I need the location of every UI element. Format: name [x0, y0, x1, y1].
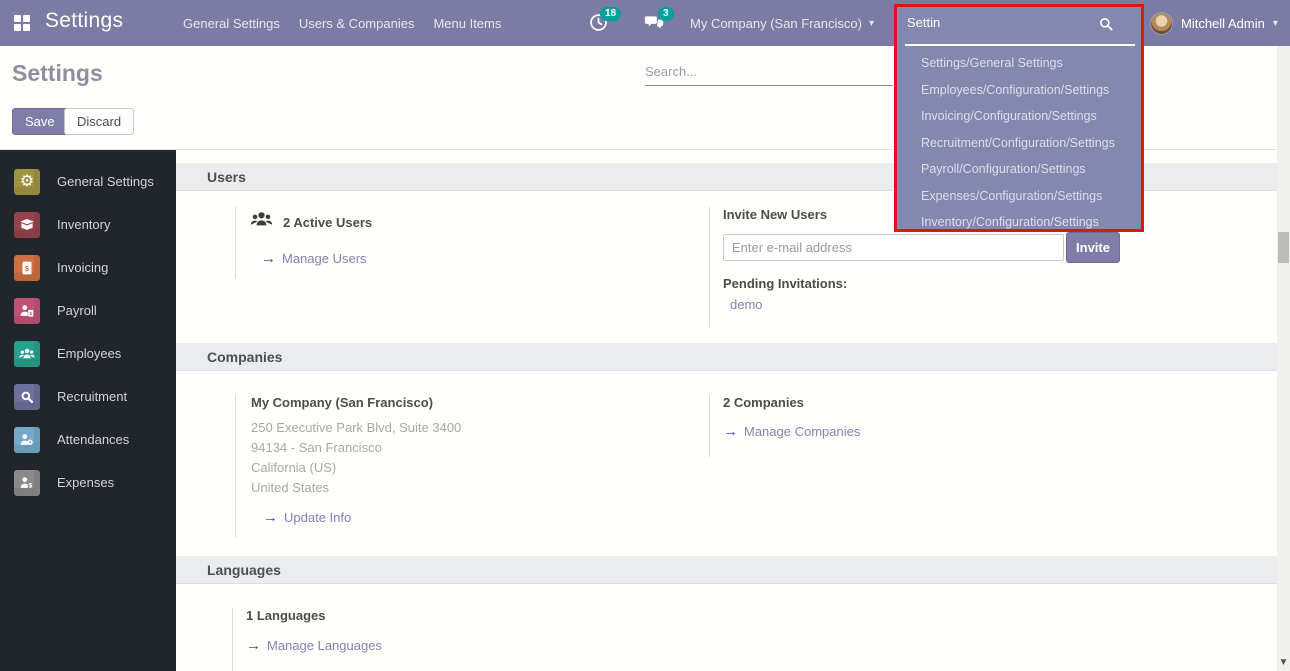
nav-item-users-companies[interactable]: Users & Companies: [299, 16, 415, 31]
open-box-icon: [14, 212, 40, 238]
sidebar-item-expenses[interactable]: $ Expenses: [0, 461, 176, 504]
sidebar-item-invoicing[interactable]: $ Invoicing: [0, 246, 176, 289]
expenses-person-dollar-icon: $: [14, 470, 40, 496]
arrow-right-icon: →: [246, 638, 261, 653]
gear-icon: ⚙: [14, 169, 40, 195]
languages-block: 1 Languages → Manage Languages: [232, 608, 652, 671]
company-switcher-label: My Company (San Francisco): [690, 16, 862, 31]
sidebar-item-inventory[interactable]: Inventory: [0, 203, 176, 246]
nav-menu: General Settings Users & Companies Menu …: [183, 0, 501, 46]
menu-search-dropdown: Settin Settings/General Settings Employe…: [894, 4, 1144, 232]
vertical-scrollbar[interactable]: ▼: [1277, 46, 1290, 671]
section-header-languages: Languages: [176, 556, 1277, 584]
pending-invitations-label: Pending Invitations:: [723, 276, 1179, 291]
search-result-item[interactable]: Expenses/Configuration/Settings: [897, 183, 1141, 210]
user-name-label: Mitchell Admin: [1181, 16, 1265, 31]
section-header-companies: Companies: [176, 343, 1277, 371]
user-menu[interactable]: Mitchell Admin ▾: [1150, 0, 1278, 46]
records-search-input[interactable]: [645, 58, 893, 86]
nav-item-general-settings[interactable]: General Settings: [183, 16, 280, 31]
payroll-person-card-icon: $: [14, 298, 40, 324]
search-icon[interactable]: [1098, 16, 1114, 37]
company-address: 250 Executive Park Blvd, Suite 3400 9413…: [251, 418, 655, 498]
companies-count: 2 Companies: [723, 395, 1009, 410]
search-result-item[interactable]: Employees/Configuration/Settings: [897, 77, 1141, 104]
update-info-link[interactable]: → Update Info: [263, 510, 655, 525]
menu-search-input[interactable]: Settin: [907, 15, 940, 30]
invoice-document-icon: $: [14, 255, 40, 281]
save-button[interactable]: Save: [12, 108, 68, 135]
search-result-item[interactable]: Inventory/Configuration/Settings: [897, 209, 1141, 236]
user-avatar: [1150, 12, 1173, 35]
svg-text:$: $: [29, 311, 32, 317]
sidebar-item-payroll[interactable]: $ Payroll: [0, 289, 176, 332]
page-title: Settings: [12, 60, 103, 87]
scrollbar-thumb[interactable]: [1278, 232, 1289, 263]
active-users-block: 2 Active Users → Manage Users: [235, 207, 655, 279]
sidebar-item-employees[interactable]: Employees: [0, 332, 176, 375]
sidebar-item-attendances[interactable]: Attendances: [0, 418, 176, 461]
invite-button[interactable]: Invite: [1066, 232, 1120, 263]
employees-group-icon: [14, 341, 40, 367]
attendance-person-clock-icon: [14, 427, 40, 453]
scrollbar-down-arrow[interactable]: ▼: [1277, 657, 1290, 668]
languages-count: 1 Languages: [246, 608, 652, 623]
invite-email-input[interactable]: [723, 234, 1064, 261]
arrow-right-icon: →: [263, 510, 278, 525]
search-result-item[interactable]: Invoicing/Configuration/Settings: [897, 103, 1141, 130]
nav-item-menu-items[interactable]: Menu Items: [433, 16, 501, 31]
chevron-down-icon: ▾: [1273, 18, 1278, 29]
arrow-right-icon: →: [261, 251, 276, 266]
companies-count-block: 2 Companies → Manage Companies: [709, 395, 1009, 457]
chevron-down-icon: ▾: [869, 18, 874, 29]
search-result-item[interactable]: Recruitment/Configuration/Settings: [897, 130, 1141, 157]
svg-text:$: $: [28, 482, 32, 489]
apps-menu-icon[interactable]: [14, 15, 30, 31]
manage-companies-link[interactable]: → Manage Companies: [723, 424, 1009, 439]
search-result-item[interactable]: Payroll/Configuration/Settings: [897, 156, 1141, 183]
arrow-right-icon: →: [723, 424, 738, 439]
company-name: My Company (San Francisco): [251, 395, 655, 410]
settings-sidebar: ⚙ General Settings Inventory $ Invoicing…: [0, 150, 176, 671]
users-group-icon: [249, 207, 274, 237]
app-brand-title[interactable]: Settings: [45, 9, 123, 33]
sidebar-item-general-settings[interactable]: ⚙ General Settings: [0, 160, 176, 203]
company-switcher[interactable]: My Company (San Francisco) ▾: [690, 0, 874, 46]
company-info-block: My Company (San Francisco) 250 Executive…: [235, 395, 655, 537]
discard-button[interactable]: Discard: [64, 108, 134, 135]
sidebar-item-recruitment[interactable]: Recruitment: [0, 375, 176, 418]
manage-languages-link[interactable]: → Manage Languages: [246, 638, 652, 653]
active-users-count: 2 Active Users: [283, 215, 372, 230]
search-input-underline: [905, 44, 1135, 46]
manage-users-link[interactable]: → Manage Users: [261, 251, 655, 266]
messages-badge: 3: [658, 7, 674, 21]
search-result-item[interactable]: Settings/General Settings: [897, 50, 1141, 77]
magnifier-icon: [14, 384, 40, 410]
activities-badge: 18: [600, 7, 621, 21]
search-results-list: Settings/General Settings Employees/Conf…: [897, 50, 1141, 236]
pending-user-link[interactable]: demo: [730, 297, 1179, 312]
